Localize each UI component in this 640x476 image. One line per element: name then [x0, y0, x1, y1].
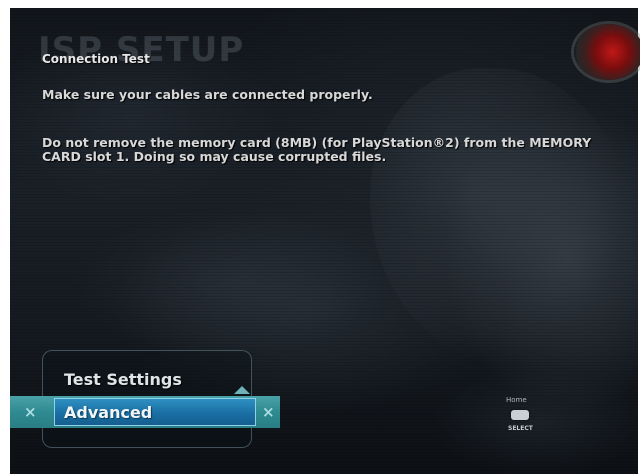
cross-button-left-icon: ×	[24, 403, 37, 421]
background-figure	[370, 68, 630, 368]
scroll-up-arrow-icon[interactable]	[234, 386, 250, 394]
screen: ISP SETUP Connection Test Make sure your…	[0, 0, 640, 476]
home-label: Home	[506, 396, 527, 404]
page-heading: Connection Test	[42, 52, 150, 66]
cables-message: Make sure your cables are connected prop…	[42, 87, 373, 102]
background-shadow	[70, 208, 390, 358]
red-orb-icon	[574, 24, 640, 80]
menu-item-test-settings[interactable]: Test Settings	[64, 370, 182, 389]
memory-card-warning: Do not remove the memory card (8MB) (for…	[42, 135, 592, 164]
select-button-icon[interactable]	[511, 410, 529, 420]
select-label: SELECT	[508, 425, 533, 432]
menu-item-advanced[interactable]: Advanced	[64, 403, 152, 422]
cross-button-right-icon: ×	[262, 403, 275, 421]
background-glow	[430, 368, 638, 474]
